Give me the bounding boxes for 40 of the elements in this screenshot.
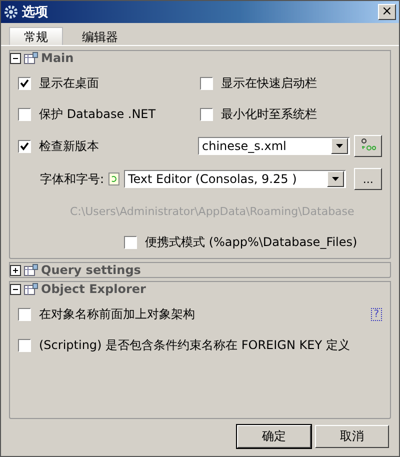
grid-icon [24,52,38,64]
close-button[interactable]: × [378,4,396,20]
checkbox[interactable] [200,76,213,90]
cancel-button[interactable]: 取消 [315,425,389,448]
collapse-toggle[interactable] [10,52,21,64]
checkbox[interactable] [18,338,31,352]
checkbox[interactable] [18,140,31,152]
group-title: Main [41,51,74,65]
checkbox-label: 保护 Database .NET [39,106,156,122]
collapse-toggle[interactable] [10,284,21,294]
help-link[interactable]: ? [370,308,382,320]
checkbox[interactable] [18,108,31,120]
checkbox-label: 最小化时至系统栏 [221,106,317,122]
font-label: 字体和字号: [40,170,104,188]
checkbox-label: 显示在快速启动栏 [221,74,317,92]
tab[interactable]: 常规 [9,27,63,45]
tab[interactable]: 编辑器 [67,27,133,45]
checkbox-label: 在对象名称前面加上对象架构 [39,306,195,322]
checkbox-label: 便携式模式 (%app%\Database_Files) [145,234,358,250]
checkbox[interactable] [124,236,137,248]
refresh-icon[interactable] [108,172,120,186]
browse-button[interactable]: ... [354,168,382,190]
language-dropdown[interactable]: chinese_s.xml [198,137,350,155]
group-title: Query settings [41,263,141,277]
checkbox[interactable] [18,76,31,90]
ok-button[interactable]: 确定 [237,425,311,448]
window-title: 选项 [22,4,49,21]
group-title: Object Explorer [41,282,146,296]
expand-toggle[interactable] [10,264,21,276]
grid-icon [24,264,38,276]
font-dropdown[interactable]: Text Editor (Consolas, 9.25 ) [124,170,346,188]
checkbox-label: 检查新版本 [39,138,99,154]
checkbox[interactable] [200,108,213,120]
checkbox[interactable] [18,308,31,320]
grid-icon [24,282,38,296]
checkbox-label: 显示在桌面 [39,74,99,92]
spellcheck-button[interactable] [354,135,382,157]
gear-icon [4,5,18,19]
checkbox-label: (Scripting) 是否包含条件约束名称在 FOREIGN KEY 定义 [39,336,350,354]
path-text: C:\Users\Administrator\AppData\Roaming\Database [70,204,354,218]
